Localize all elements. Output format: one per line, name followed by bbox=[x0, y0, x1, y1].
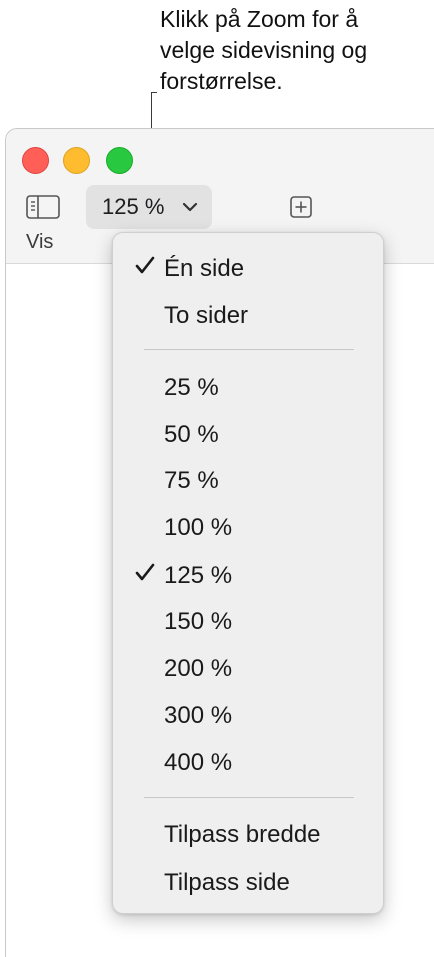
menu-item-label: Tilpass side bbox=[164, 869, 290, 896]
menu-item-label: 100 % bbox=[164, 514, 233, 541]
zoom-menu: Én side To sider 25 % 50 % 75 % 100 % 12… bbox=[112, 232, 384, 914]
menu-item-one-page[interactable]: Én side bbox=[113, 249, 383, 289]
menu-item-label: To sider bbox=[164, 302, 249, 329]
menu-item-zoom-100[interactable]: 100 % bbox=[113, 508, 383, 548]
zoom-button[interactable]: 125 % bbox=[86, 185, 212, 229]
callout-text: Klikk på Zoom for å velge sidevisning og… bbox=[160, 6, 368, 94]
zoom-window-button[interactable] bbox=[106, 147, 133, 174]
menu-separator bbox=[144, 349, 354, 350]
checkmark-icon bbox=[135, 562, 155, 582]
menu-item-label: 25 % bbox=[164, 374, 219, 401]
checkmark-icon bbox=[135, 255, 155, 275]
menu-item-zoom-125[interactable]: 125 % bbox=[113, 556, 383, 596]
menu-item-label: 300 % bbox=[164, 702, 233, 729]
menu-item-zoom-50[interactable]: 50 % bbox=[113, 415, 383, 455]
callout-leader-tick bbox=[151, 92, 157, 93]
chevron-down-icon bbox=[182, 200, 198, 212]
menu-item-zoom-200[interactable]: 200 % bbox=[113, 649, 383, 689]
menu-item-label: Én side bbox=[164, 255, 245, 282]
close-window-button[interactable] bbox=[22, 147, 49, 174]
menu-item-fit-page[interactable]: Tilpass side bbox=[113, 863, 383, 903]
minimize-window-button[interactable] bbox=[63, 147, 90, 174]
view-label: Vis bbox=[26, 231, 54, 253]
add-page-icon[interactable] bbox=[290, 196, 312, 218]
menu-item-zoom-75[interactable]: 75 % bbox=[113, 461, 383, 501]
menu-item-label: 125 % bbox=[164, 562, 233, 589]
menu-item-label: 75 % bbox=[164, 467, 219, 494]
menu-item-label: 400 % bbox=[164, 749, 233, 776]
menu-item-fit-width[interactable]: Tilpass bredde bbox=[113, 815, 383, 855]
menu-item-label: Tilpass bredde bbox=[164, 821, 321, 848]
zoom-value: 125 % bbox=[102, 194, 165, 219]
menu-separator bbox=[144, 797, 354, 798]
menu-item-two-pages[interactable]: To sider bbox=[113, 296, 383, 336]
menu-item-zoom-300[interactable]: 300 % bbox=[113, 696, 383, 736]
sidebar-icon[interactable] bbox=[26, 195, 60, 219]
menu-item-zoom-400[interactable]: 400 % bbox=[113, 743, 383, 783]
stage: Klikk på Zoom for å velge sidevisning og… bbox=[0, 0, 434, 957]
menu-item-label: 200 % bbox=[164, 655, 233, 682]
menu-item-label: 150 % bbox=[164, 608, 233, 635]
menu-item-zoom-150[interactable]: 150 % bbox=[113, 602, 383, 642]
menu-item-label: 50 % bbox=[164, 421, 219, 448]
menu-item-zoom-25[interactable]: 25 % bbox=[113, 368, 383, 408]
